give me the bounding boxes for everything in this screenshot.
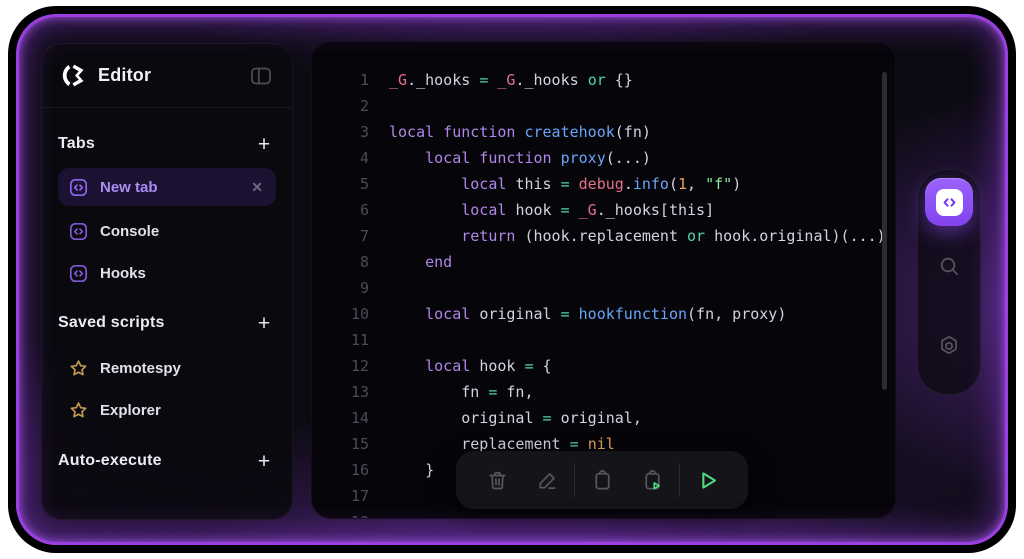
- editor-scrollbar[interactable]: [882, 72, 887, 390]
- sidebar-item-remotespy[interactable]: Remotespy: [58, 349, 276, 387]
- sidebar-header: Editor: [42, 44, 292, 108]
- star-icon: [68, 358, 89, 379]
- code-editor-panel: 1_G._hooks = _G._hooks or {}23local func…: [311, 41, 896, 519]
- code-text: return (hook.replacement or hook.origina…: [369, 223, 886, 249]
- line-number: 17: [312, 483, 369, 509]
- sidebar-item-new-tab[interactable]: New tab ✕: [58, 168, 276, 206]
- line-number: 1: [312, 67, 369, 93]
- code-text: local this = debug.info(1, "f"): [369, 171, 741, 197]
- script-label: Remotespy: [100, 360, 266, 377]
- code-line: 5 local this = debug.info(1, "f"): [312, 171, 895, 197]
- code-text: fn = fn,: [369, 379, 534, 405]
- code-text: local hook = {: [369, 353, 552, 379]
- line-number: 15: [312, 431, 369, 457]
- edit-pencil-icon[interactable]: [524, 457, 570, 503]
- code-text: [369, 275, 389, 301]
- code-text: _G._hooks = _G._hooks or {}: [369, 67, 633, 93]
- code-text: local function createhook(fn): [369, 119, 651, 145]
- line-number: 14: [312, 405, 369, 431]
- section-auto-execute: Auto-execute +: [58, 444, 276, 478]
- code-text: }: [369, 457, 434, 483]
- code-editor-icon[interactable]: [925, 178, 973, 226]
- sidebar: Editor Tabs +: [41, 43, 293, 520]
- editor-action-bar: [456, 451, 748, 509]
- line-number: 13: [312, 379, 369, 405]
- code-text: original = original,: [369, 405, 642, 431]
- run-play-icon[interactable]: [684, 457, 730, 503]
- script-label: Explorer: [100, 402, 266, 419]
- right-rail: [917, 169, 981, 395]
- code-line: 14 original = original,: [312, 405, 895, 431]
- code-line: 9: [312, 275, 895, 301]
- code-text: local original = hookfunction(fn, proxy): [369, 301, 786, 327]
- code-line: 12 local hook = {: [312, 353, 895, 379]
- sidebar-item-console[interactable]: Console: [58, 212, 276, 250]
- code-line: 8 end: [312, 249, 895, 275]
- code-line: 1_G._hooks = _G._hooks or {}: [312, 67, 895, 93]
- tab-label: Console: [100, 223, 266, 240]
- code-text: end: [369, 249, 452, 275]
- code-line: 4 local function proxy(...): [312, 145, 895, 171]
- close-tab-icon[interactable]: ✕: [248, 177, 266, 198]
- code-line: 11: [312, 327, 895, 353]
- toolbar-divider: [679, 463, 680, 497]
- line-number: 10: [312, 301, 369, 327]
- section-tabs-label: Tabs: [58, 135, 252, 153]
- line-number: 5: [312, 171, 369, 197]
- code-line: 3local function createhook(fn): [312, 119, 895, 145]
- line-number: 2: [312, 93, 369, 119]
- settings-icon[interactable]: [918, 306, 980, 386]
- trash-icon[interactable]: [474, 457, 520, 503]
- sidebar-item-explorer[interactable]: Explorer: [58, 391, 276, 429]
- add-autoexec-button[interactable]: +: [252, 449, 276, 473]
- panel-toggle-icon[interactable]: [248, 63, 274, 89]
- add-script-button[interactable]: +: [252, 311, 276, 335]
- line-number: 3: [312, 119, 369, 145]
- star-icon: [68, 400, 89, 421]
- code-text: [369, 93, 389, 119]
- add-tab-button[interactable]: +: [252, 132, 276, 156]
- section-auto-label: Auto-execute: [58, 452, 252, 470]
- code-line: 2: [312, 93, 895, 119]
- code-line: 6 local hook = _G._hooks[this]: [312, 197, 895, 223]
- line-number: 7: [312, 223, 369, 249]
- toolbar-divider: [574, 463, 575, 497]
- line-number: 4: [312, 145, 369, 171]
- code-text: [369, 509, 389, 518]
- code-square-icon: [68, 221, 89, 242]
- code-line: 7 return (hook.replacement or hook.origi…: [312, 223, 895, 249]
- sidebar-title: Editor: [98, 65, 237, 86]
- clipboard-icon[interactable]: [579, 457, 625, 503]
- search-icon[interactable]: [918, 226, 980, 306]
- code-square-icon: [68, 177, 89, 198]
- sidebar-body: Tabs + New tab ✕: [42, 108, 292, 478]
- code-line: 13 fn = fn,: [312, 379, 895, 405]
- code-text: [369, 483, 389, 509]
- line-number: 18: [312, 509, 369, 518]
- code-line: 18: [312, 509, 895, 518]
- line-number: 9: [312, 275, 369, 301]
- code-chip-icon: [936, 189, 963, 216]
- line-number: 11: [312, 327, 369, 353]
- paste-run-icon[interactable]: [629, 457, 675, 503]
- code-text: local hook = _G._hooks[this]: [369, 197, 714, 223]
- tab-label: Hooks: [100, 265, 266, 282]
- code-line: 10 local original = hookfunction(fn, pro…: [312, 301, 895, 327]
- code-editor[interactable]: 1_G._hooks = _G._hooks or {}23local func…: [312, 42, 895, 518]
- device-frame: Editor Tabs +: [8, 6, 1016, 553]
- sidebar-item-hooks[interactable]: Hooks: [58, 254, 276, 292]
- code-text: local function proxy(...): [369, 145, 651, 171]
- section-saved-label: Saved scripts: [58, 314, 252, 332]
- code-square-icon: [68, 263, 89, 284]
- line-number: 6: [312, 197, 369, 223]
- code-text: [369, 327, 389, 353]
- tab-label: New tab: [100, 179, 237, 196]
- line-number: 12: [312, 353, 369, 379]
- k-logo-icon: [60, 62, 87, 89]
- app-window: Editor Tabs +: [16, 14, 1008, 545]
- section-tabs: Tabs +: [58, 127, 276, 161]
- line-number: 8: [312, 249, 369, 275]
- section-saved-scripts: Saved scripts +: [58, 306, 276, 340]
- line-number: 16: [312, 457, 369, 483]
